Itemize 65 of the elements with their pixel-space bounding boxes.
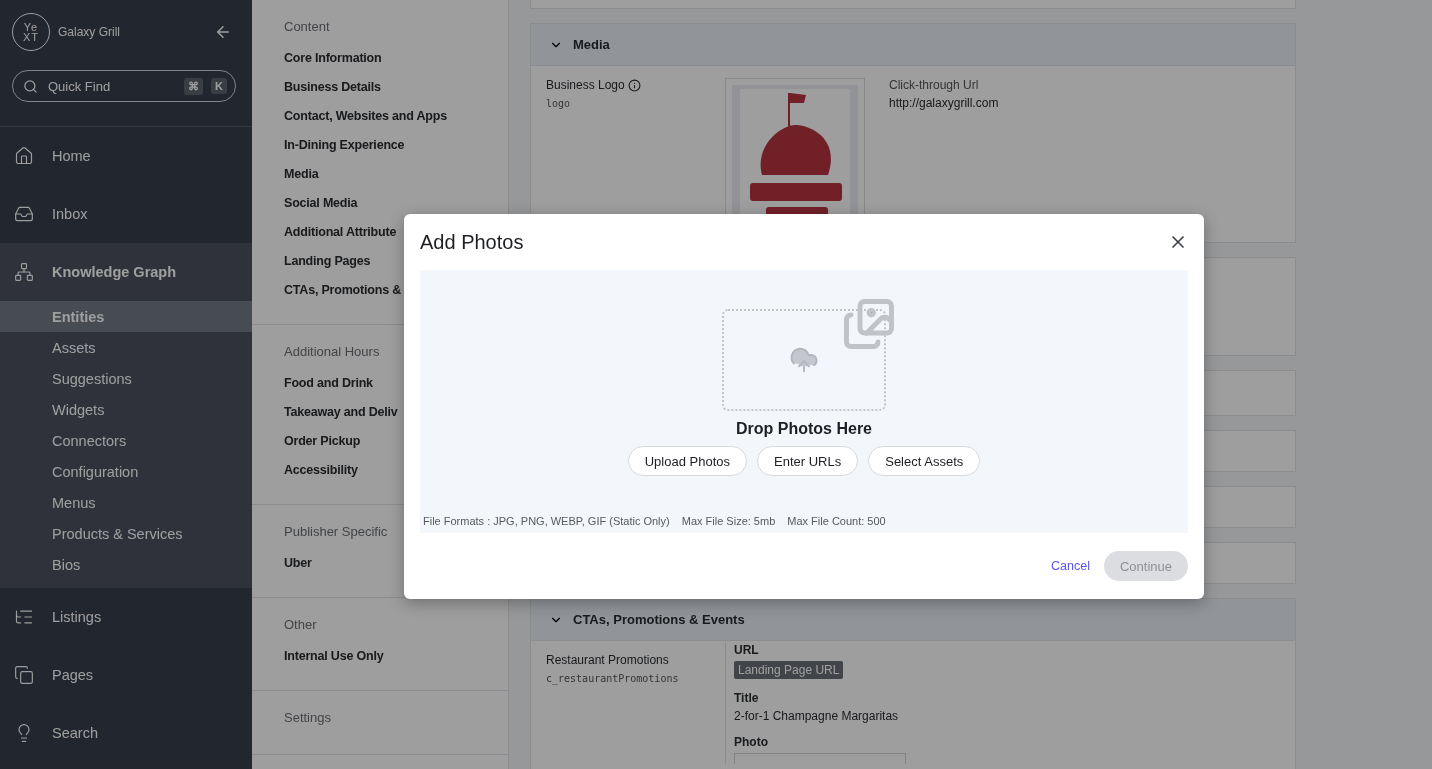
nav-link[interactable]: Core Information: [284, 43, 508, 72]
nav-group-heading: Publisher Specific: [284, 524, 389, 539]
windows-icon: [14, 665, 34, 685]
file-info-text: Max File Size: 5mb: [681, 515, 776, 527]
nav-group-heading: Other: [284, 617, 318, 632]
title-label: Title: [734, 691, 760, 705]
shortcut-key: ⌘: [184, 77, 204, 95]
shortcut-key: K: [211, 78, 227, 94]
quick-find-input[interactable]: Quick Find: [46, 77, 177, 95]
nav-link[interactable]: Contact, Websites and Apps: [284, 101, 508, 130]
sidebar-item[interactable]: Listings: [0, 588, 252, 646]
file-info-text: File Formats : JPG, PNG, WEBP, GIF (Static Only): [423, 515, 670, 527]
sidebar-item[interactable]: Inbox: [0, 185, 252, 243]
sidebar-item[interactable]: Home: [0, 127, 252, 185]
nav-link[interactable]: Business Details: [284, 72, 508, 101]
network-icon: [14, 262, 34, 282]
dialog-title: Add Photos: [420, 230, 524, 254]
title-value: 2-for-1 Champagne Margaritas: [734, 709, 900, 723]
drop-zone[interactable]: Drop Photos Here Upload Photos Enter URLs Select Assets File Formats : JPG, PNG, WEBP, GIF (Static Only) Max File Size: 5mb Max File Count: 500: [420, 270, 1188, 533]
section-header[interactable]: CTAs, Promotions & Events: [531, 599, 1295, 641]
account-name: Galaxy Grill: [58, 25, 121, 39]
drop-text: Drop Photos Here: [736, 420, 872, 438]
nav-group-heading: Additional Hours: [284, 344, 381, 359]
submenu-item[interactable]: Assets: [0, 332, 252, 363]
submenu-item[interactable]: Suggestions: [0, 363, 252, 394]
nav-group-heading: Settings: [284, 710, 332, 725]
cloud-upload-icon: [789, 345, 819, 375]
photo-field[interactable]: [734, 753, 906, 764]
url-label: URL: [734, 643, 760, 657]
images-icon: [842, 297, 896, 351]
url-value: http://galaxygrill.com: [889, 96, 999, 110]
field-label: Business Logo: [546, 78, 701, 92]
submenu-item[interactable]: Entities: [0, 301, 252, 332]
house-icon: [14, 146, 34, 166]
section-title: Media: [573, 37, 610, 52]
file-info-text: Max File Count: 500: [787, 515, 886, 527]
submenu-item[interactable]: Widgets: [0, 394, 252, 425]
inbox-icon: [14, 204, 34, 224]
api-name: c_restaurantPromotions: [546, 673, 680, 684]
submenu-item[interactable]: Connectors: [0, 425, 252, 456]
api-name: logo: [546, 98, 572, 109]
nav-link[interactable]: Internal Use Only: [284, 641, 508, 670]
info-icon[interactable]: [627, 78, 641, 92]
submenu-item[interactable]: Menus: [0, 487, 252, 518]
upload-option-button[interactable]: Enter URLs: [757, 446, 859, 476]
upload-option-button[interactable]: Upload Photos: [627, 446, 747, 476]
search-icon: [23, 78, 38, 94]
nav-link[interactable]: Media: [284, 159, 508, 188]
section-header[interactable]: Media: [531, 24, 1295, 66]
photo-label: Photo: [734, 735, 769, 749]
nav-group-heading: Content: [284, 19, 331, 34]
cancel-link[interactable]: Cancel: [1051, 559, 1090, 573]
submenu-item[interactable]: Configuration: [0, 456, 252, 487]
section-title: CTAs, Promotions & Events: [573, 612, 745, 627]
nav-link[interactable]: In-Dining Experience: [284, 130, 508, 159]
url-label: Click-through Url: [889, 78, 980, 92]
sidebar-item[interactable]: Knowledge Graph: [0, 243, 252, 301]
field-label: Restaurant Promotions: [546, 653, 670, 667]
sidebar-item[interactable]: Search: [0, 704, 252, 762]
upload-option-button[interactable]: Select Assets: [868, 446, 981, 476]
submenu-item[interactable]: Bios: [0, 549, 252, 580]
submenu-item[interactable]: Products & Services: [0, 518, 252, 549]
sidebar-item[interactable]: Pages: [0, 646, 252, 704]
nav-link[interactable]: Social Media: [284, 188, 508, 217]
url-tag: Landing Page URL: [734, 661, 844, 679]
